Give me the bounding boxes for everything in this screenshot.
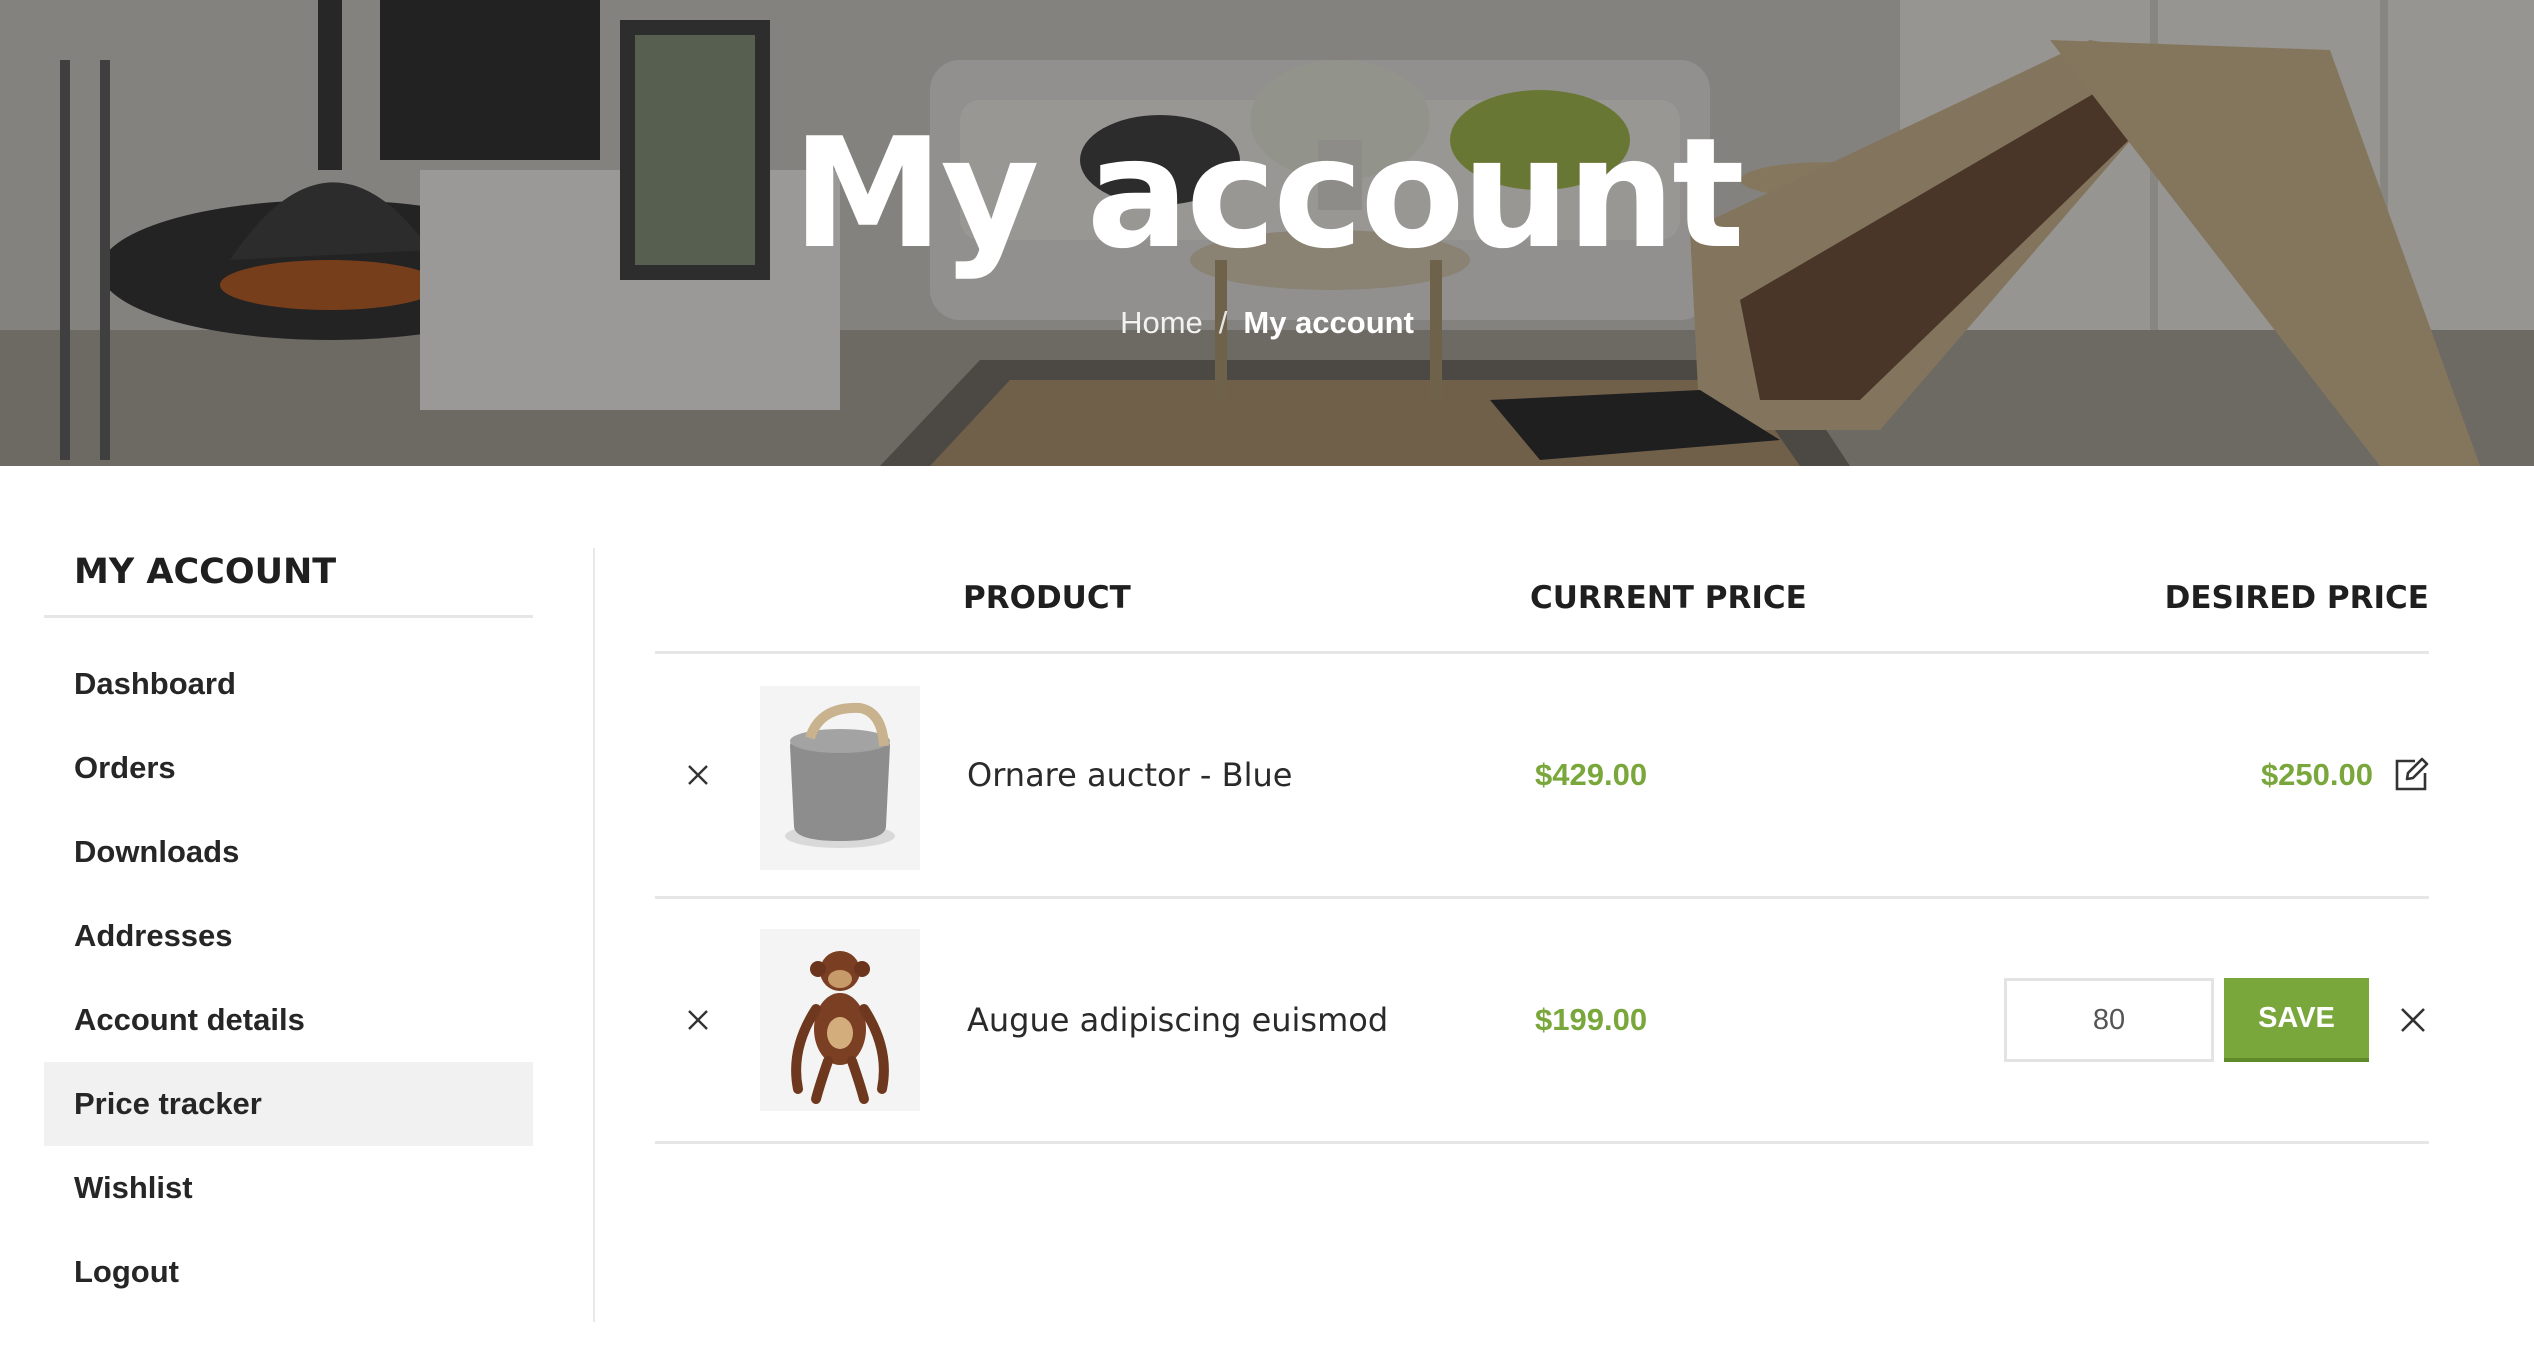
sidebar-item-account-details[interactable]: Account details — [44, 978, 533, 1062]
edit-desired-price-button[interactable] — [2393, 757, 2429, 793]
breadcrumb-separator: / — [1218, 305, 1228, 340]
current-price: $199.00 — [1535, 1002, 1648, 1037]
product-thumbnail[interactable] — [760, 686, 920, 870]
product-name-link[interactable]: Augue adipiscing euismod — [967, 1001, 1388, 1039]
sidebar-item-downloads[interactable]: Downloads — [44, 810, 533, 894]
sidebar-heading: MY ACCOUNT — [44, 548, 533, 618]
remove-item-button[interactable] — [683, 760, 713, 790]
hero-banner: My account Home / My account — [0, 0, 2534, 466]
cancel-edit-button[interactable] — [2397, 1004, 2429, 1036]
breadcrumb-current: My account — [1243, 305, 1414, 340]
close-icon — [688, 765, 708, 785]
vertical-divider — [593, 548, 595, 1322]
column-header-product: PRODUCT — [963, 580, 1131, 616]
current-price: $429.00 — [1535, 757, 1648, 792]
product-thumbnail[interactable] — [760, 929, 920, 1111]
save-button[interactable]: SAVE — [2224, 978, 2369, 1062]
close-icon — [2401, 1008, 2425, 1032]
remove-item-button[interactable] — [683, 1005, 713, 1035]
page-title: My account — [792, 105, 1745, 282]
breadcrumb-home-link[interactable]: Home — [1120, 305, 1203, 340]
column-header-desired-price: DESIRED PRICE — [2164, 580, 2429, 616]
account-navigation: Dashboard Orders Downloads Addresses Acc… — [44, 642, 533, 1314]
edit-icon — [2395, 757, 2429, 791]
sidebar-item-logout[interactable]: Logout — [44, 1230, 533, 1314]
table-header: PRODUCT CURRENT PRICE DESIRED PRICE — [655, 548, 2429, 654]
close-icon — [688, 1010, 708, 1030]
column-header-current-price: CURRENT PRICE — [1530, 580, 1807, 616]
account-sidebar: MY ACCOUNT Dashboard Orders Downloads Ad… — [44, 548, 533, 1314]
sidebar-item-orders[interactable]: Orders — [44, 726, 533, 810]
product-name-link[interactable]: Ornare auctor - Blue — [967, 756, 1292, 794]
wooden-monkey-image — [760, 929, 920, 1111]
table-row: Augue adipiscing euismod $199.00 SAVE — [655, 899, 2429, 1144]
price-tracker-table: PRODUCT CURRENT PRICE DESIRED PRICE Orna… — [655, 548, 2429, 1144]
breadcrumb: Home / My account — [0, 305, 2534, 341]
sidebar-item-price-tracker[interactable]: Price tracker — [44, 1062, 533, 1146]
desired-price: $250.00 — [2260, 757, 2373, 792]
table-row: Ornare auctor - Blue $429.00 $250.00 — [655, 654, 2429, 899]
sidebar-item-dashboard[interactable]: Dashboard — [44, 642, 533, 726]
sidebar-item-addresses[interactable]: Addresses — [44, 894, 533, 978]
desired-price-input[interactable] — [2004, 978, 2214, 1062]
sidebar-item-wishlist[interactable]: Wishlist — [44, 1146, 533, 1230]
grey-speaker-image — [760, 686, 920, 870]
